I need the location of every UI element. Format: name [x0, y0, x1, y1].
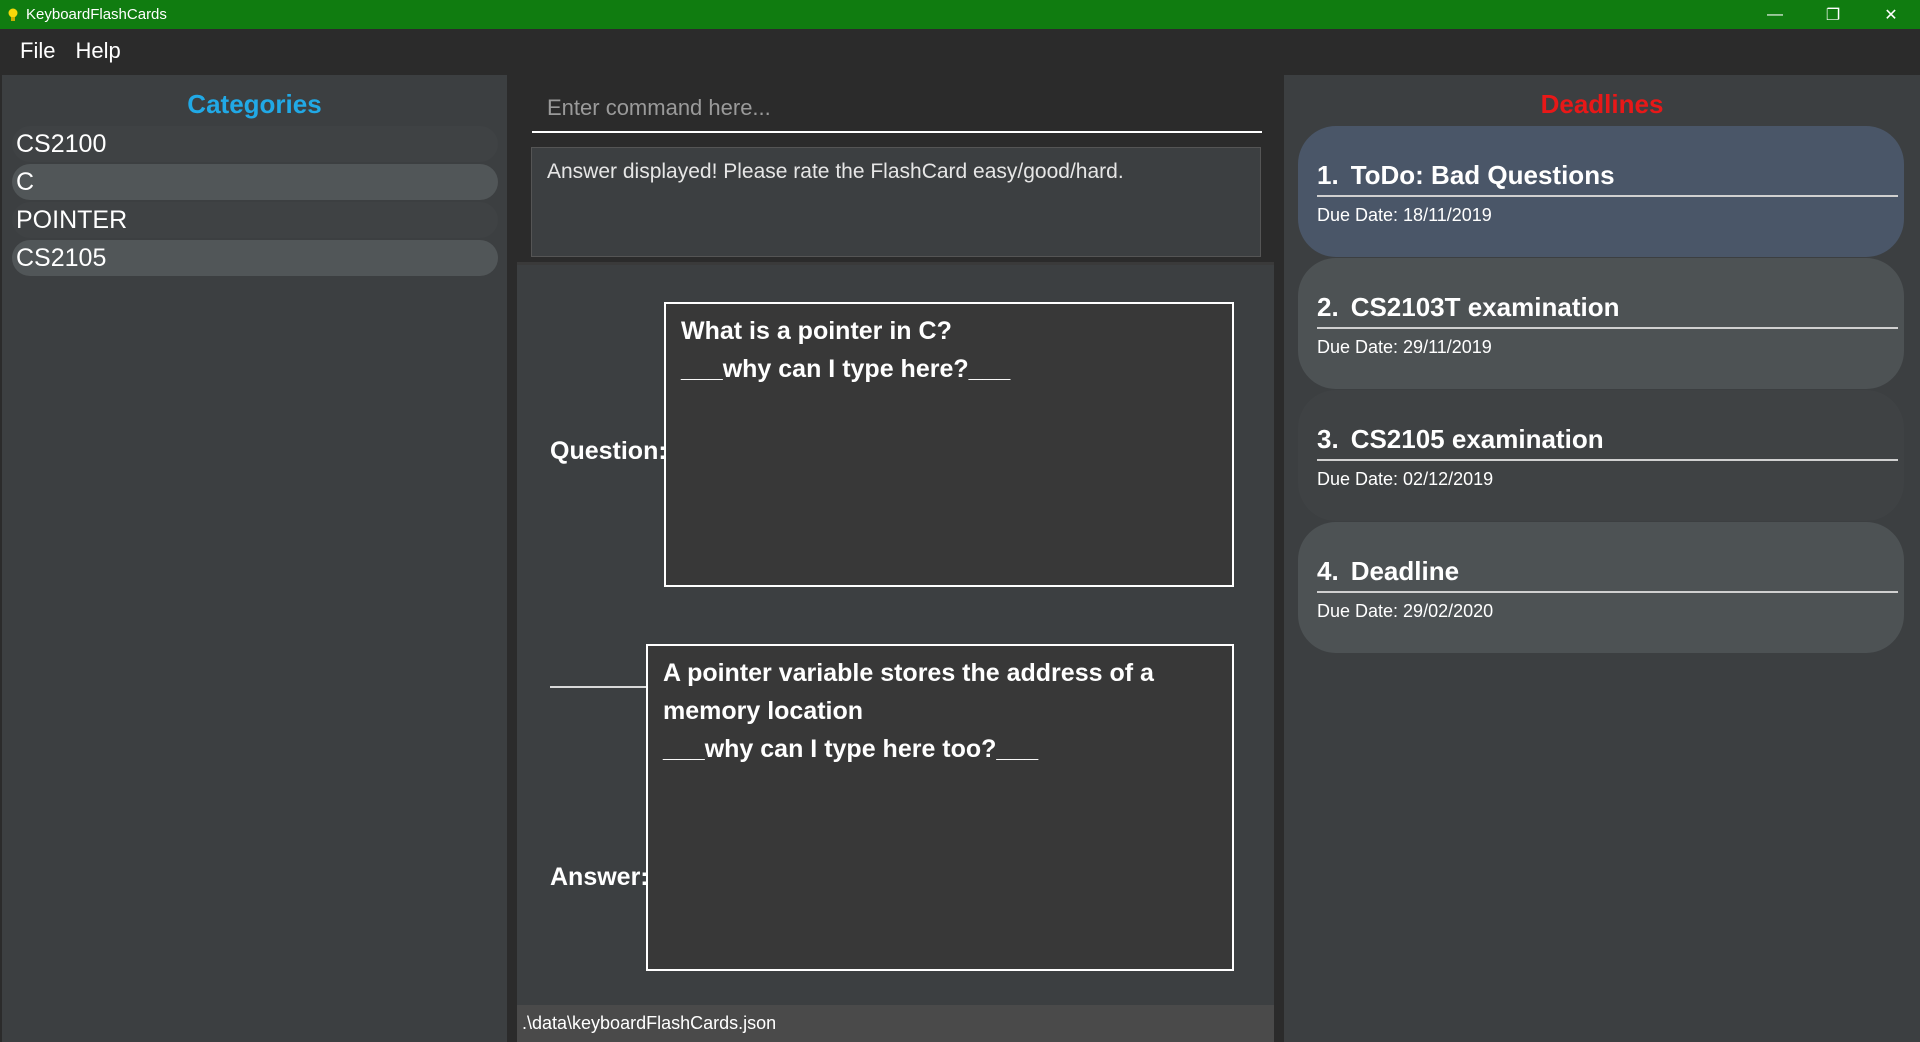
answer-text-area[interactable]: A pointer variable stores the address of…: [646, 644, 1234, 971]
close-button[interactable]: ✕: [1862, 0, 1920, 29]
deadline-card[interactable]: 4. Deadline Due Date: 29/02/2020: [1298, 522, 1904, 653]
deadline-name: CS2103T examination: [1350, 292, 1620, 322]
minimize-button[interactable]: —: [1746, 0, 1804, 29]
deadline-card[interactable]: 2. CS2103T examination Due Date: 29/11/2…: [1298, 258, 1904, 389]
menu-file[interactable]: File: [12, 34, 63, 68]
command-input[interactable]: Enter command here...: [532, 83, 1262, 133]
category-item[interactable]: CS2100: [12, 126, 498, 162]
question-text-area[interactable]: What is a pointer in C? ___why can I typ…: [664, 302, 1234, 587]
categories-panel: Categories CS2100 C POINTER CS2105: [2, 75, 507, 1042]
flashcard-panel: Question: What is a pointer in C? ___why…: [517, 265, 1274, 1005]
category-list: CS2100 C POINTER CS2105: [12, 126, 498, 278]
window-title: KeyboardFlashCards: [26, 6, 167, 23]
categories-title: Categories: [187, 89, 322, 119]
lightbulb-icon: [6, 7, 20, 23]
status-bar-path: .\data\keyboardFlashCards.json: [517, 1005, 1274, 1042]
deadline-name: ToDo: Bad Questions: [1350, 160, 1615, 190]
deadline-index: 4.: [1317, 556, 1339, 586]
deadline-name: CS2105 examination: [1350, 424, 1604, 454]
deadlines-panel: Deadlines 1. ToDo: Bad Questions Due Dat…: [1284, 75, 1920, 1042]
deadline-due-date: Due Date: 29/02/2020: [1317, 601, 1494, 621]
deadline-name: Deadline: [1350, 556, 1460, 586]
category-item[interactable]: CS2105: [12, 240, 498, 276]
deadline-card[interactable]: 3. CS2105 examination Due Date: 02/12/20…: [1298, 390, 1904, 521]
title-bar: KeyboardFlashCards — ❐ ✕: [0, 0, 1920, 29]
maximize-button[interactable]: ❐: [1804, 0, 1862, 29]
category-item[interactable]: POINTER: [12, 202, 498, 238]
deadlines-title: Deadlines: [1540, 89, 1664, 119]
deadline-list: 1. ToDo: Bad Questions Due Date: 18/11/2…: [1298, 126, 1904, 654]
main-panel: Enter command here... Answer displayed! …: [517, 75, 1274, 1042]
deadline-due-date: Due Date: 29/11/2019: [1317, 337, 1492, 357]
deadline-index: 2.: [1317, 292, 1339, 322]
category-item[interactable]: C: [12, 164, 498, 200]
question-label: Question:: [550, 437, 667, 465]
result-display: Answer displayed! Please rate the FlashC…: [531, 147, 1261, 257]
deadline-due-date: Due Date: 02/12/2019: [1317, 469, 1494, 489]
deadline-index: 1.: [1317, 160, 1339, 190]
deadline-card[interactable]: 1. ToDo: Bad Questions Due Date: 18/11/2…: [1298, 126, 1904, 257]
menu-bar: File Help: [0, 29, 1920, 73]
deadline-index: 3.: [1317, 424, 1339, 454]
deadline-due-date: Due Date: 18/11/2019: [1317, 205, 1492, 225]
answer-label: Answer:: [550, 863, 649, 891]
menu-help[interactable]: Help: [67, 34, 128, 68]
